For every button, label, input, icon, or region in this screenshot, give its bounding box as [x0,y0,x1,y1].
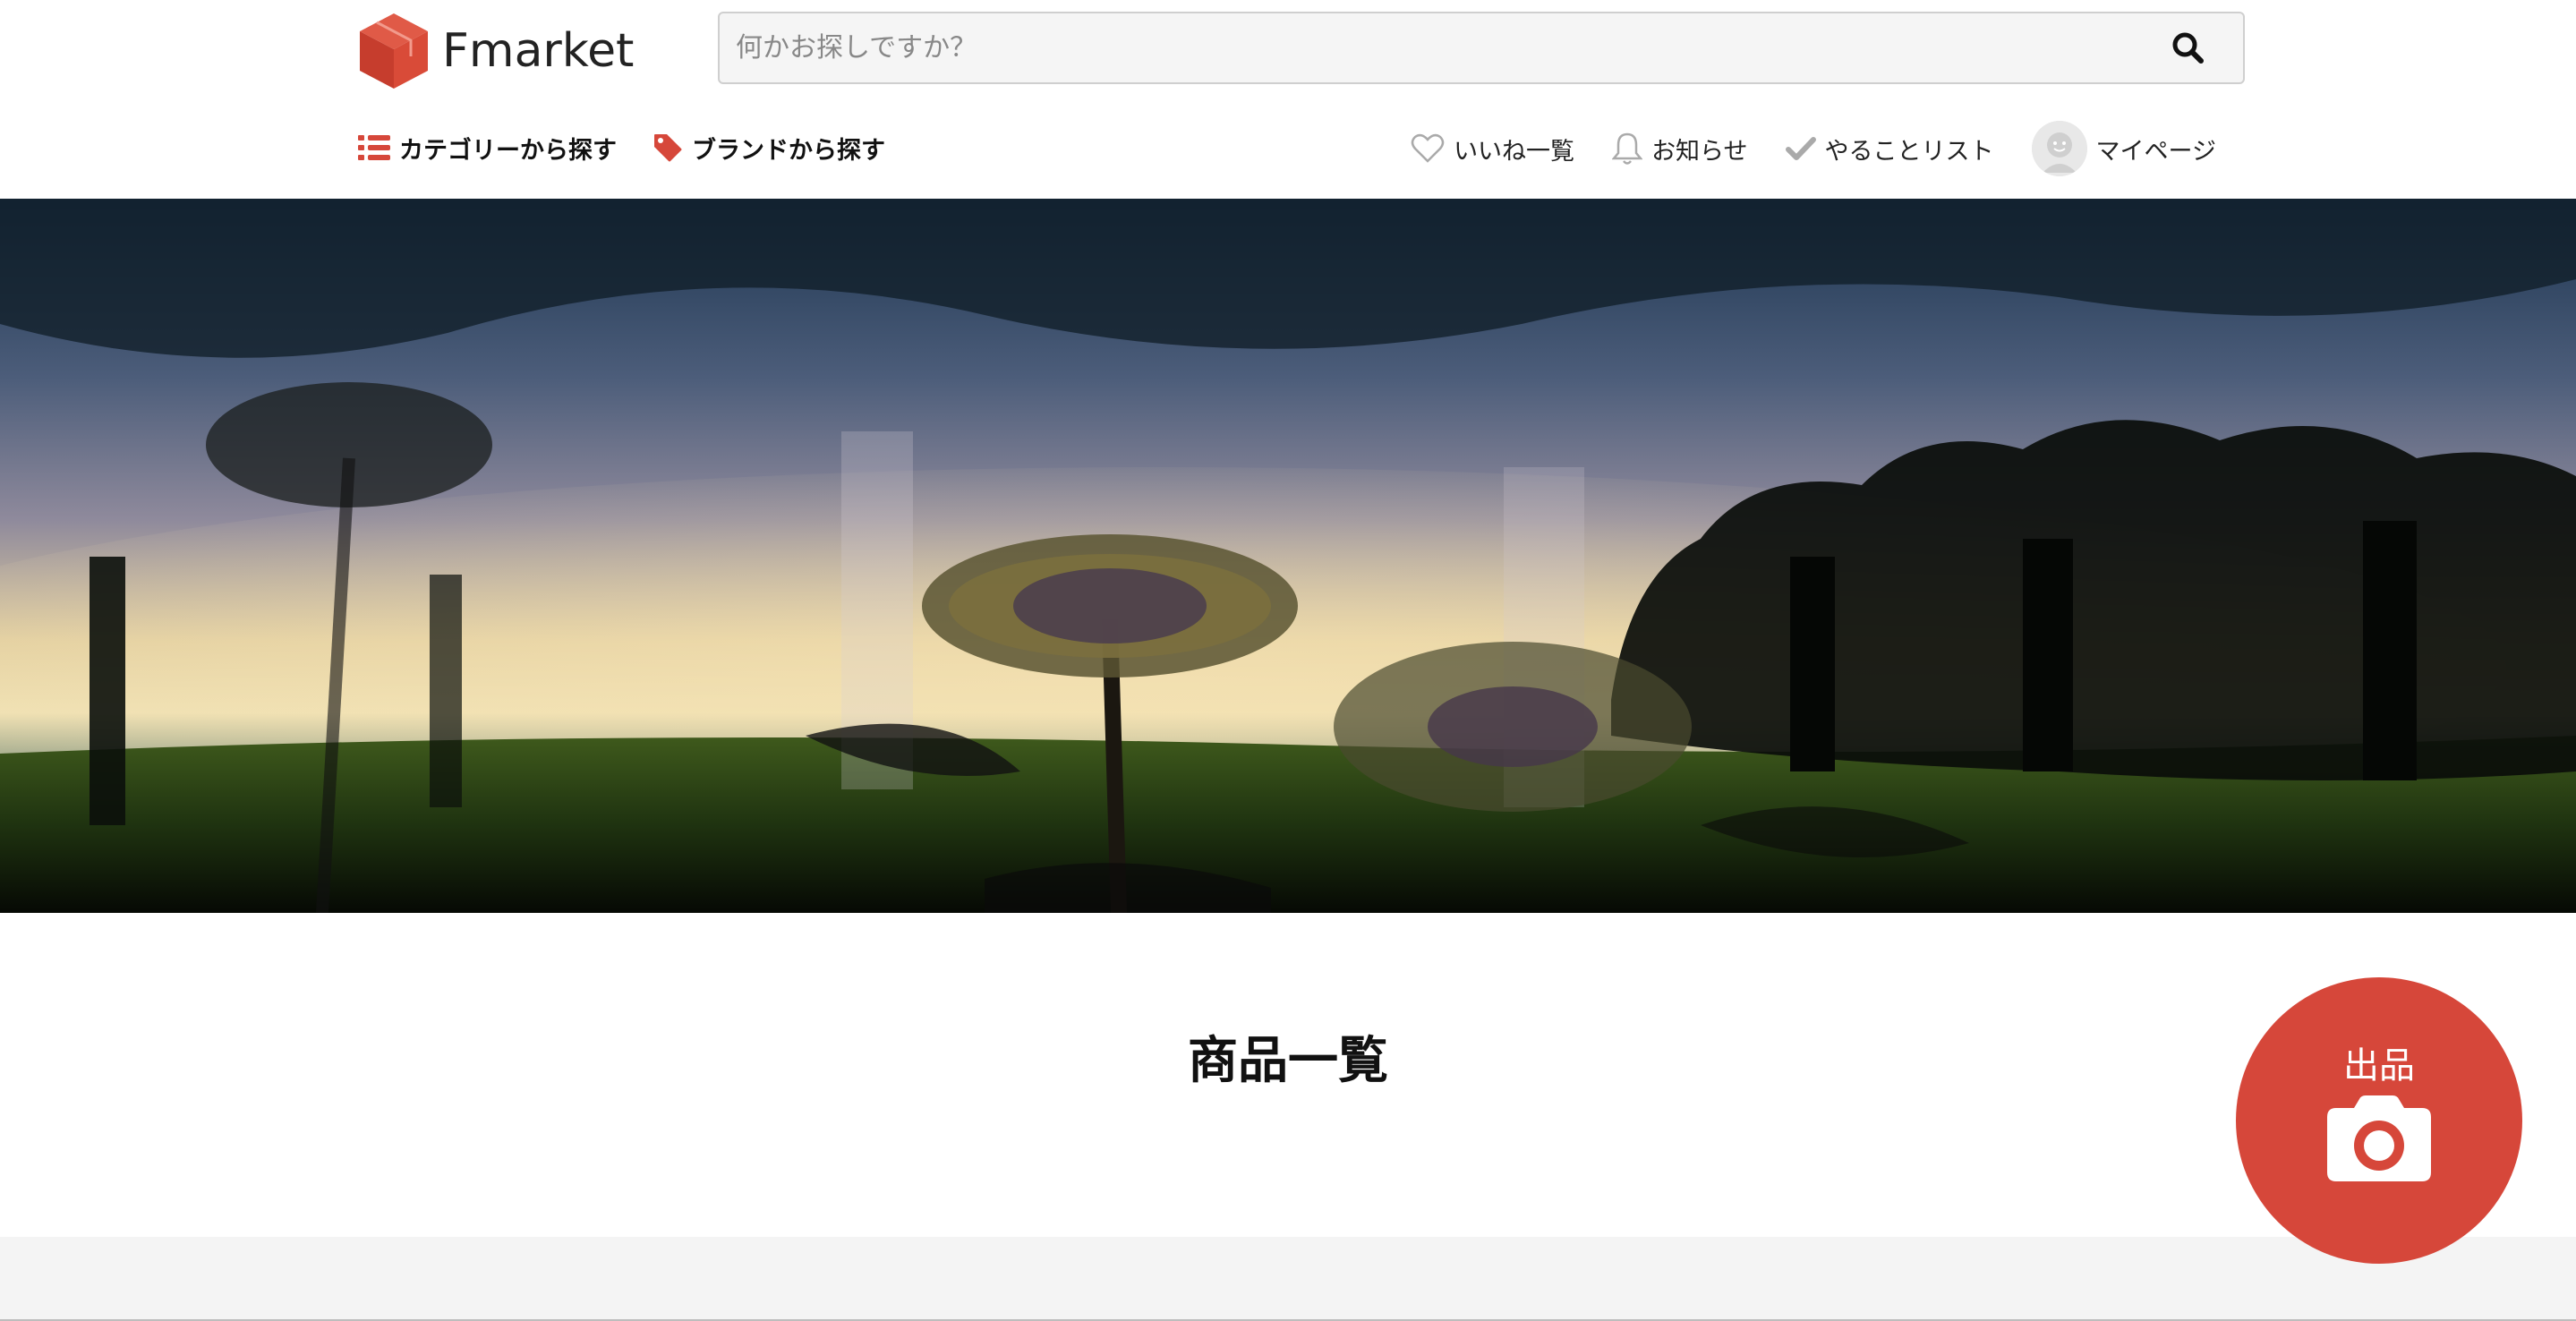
nav-browse-brand-label: ブランドから探す [692,136,885,165]
sell-button[interactable]: 出品 [2236,977,2522,1264]
camera-icon [2327,1095,2431,1181]
nav-browse-brand[interactable]: ブランドから探す [653,131,885,166]
nav-browse-category[interactable]: カテゴリーから探す [358,131,617,166]
heart-icon [1411,133,1445,163]
nav-mypage[interactable]: マイページ [2031,121,2216,176]
search-bar [718,12,2245,84]
bell-icon [1612,132,1643,165]
nav-likes[interactable]: いいね一覧 [1411,132,1574,166]
product-list-heading: 商品一覧 [1188,1032,1388,1090]
box-logo-icon [360,13,428,89]
brand-name: Fmarket [442,24,635,78]
banner-image [0,199,2576,913]
sell-button-label: 出品 [2343,1045,2415,1087]
search-input[interactable] [736,13,2132,82]
hero-banner-slider[interactable] [0,199,2576,913]
check-icon [1785,137,1816,160]
search-icon[interactable] [2170,30,2207,67]
logo[interactable]: Fmarket [358,11,634,91]
browse-nav: カテゴリーから探す ブランドから探す [358,125,885,170]
nav-todo-list-label: やることリスト [1824,137,1994,166]
user-nav: いいね一覧 お知らせ やることリスト マイページ [1373,121,2216,176]
nav-likes-label: いいね一覧 [1454,137,1575,166]
nav-todo-list[interactable]: やることリスト [1785,132,1994,166]
list-icon [358,135,390,160]
avatar [2031,121,2087,176]
content-band [0,1237,2576,1321]
nav-mypage-label: マイページ [2095,137,2216,166]
site-header: Fmarket カテゴリーから探す ブランドから探す [0,0,2576,199]
nav-notifications-label: お知らせ [1651,137,1748,166]
nav-browse-category-label: カテゴリーから探す [399,136,617,165]
nav-notifications[interactable]: お知らせ [1612,132,1748,166]
tag-icon [654,134,682,162]
